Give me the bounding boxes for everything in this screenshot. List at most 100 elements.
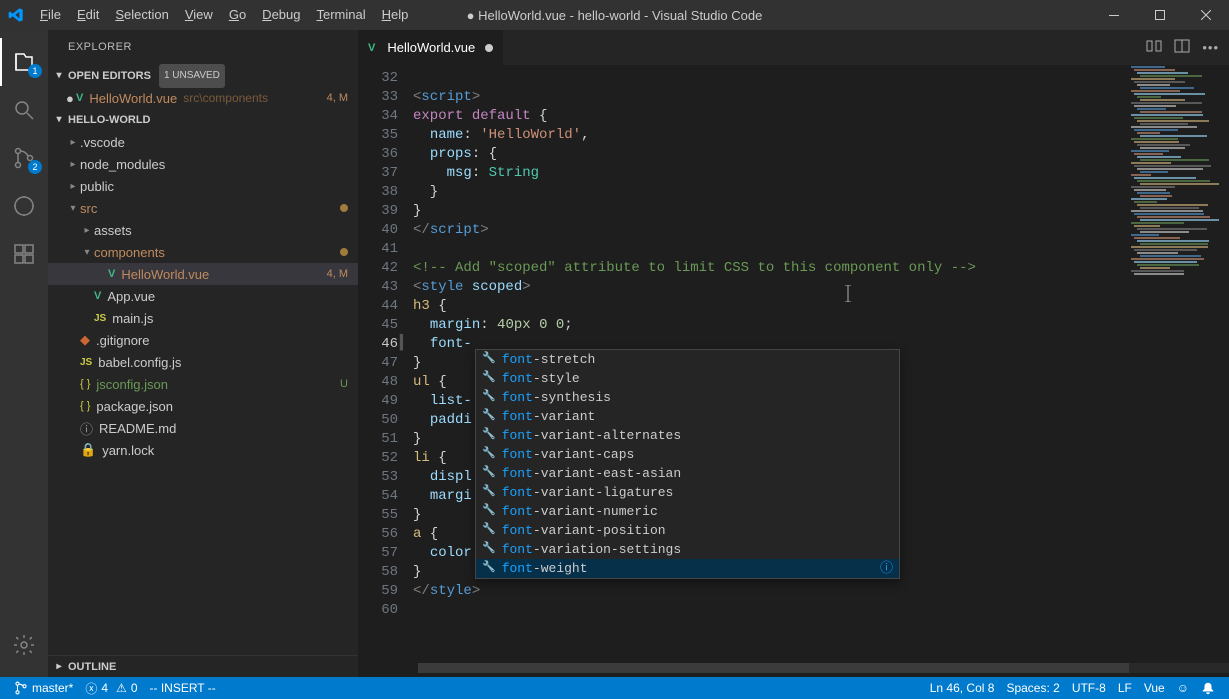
info-icon: ⓘ (80, 419, 93, 438)
file-jsconfig.json[interactable]: { }jsconfig.jsonU (48, 373, 358, 395)
file-App.vue[interactable]: VApp.vue (48, 285, 358, 307)
activity-search[interactable] (0, 86, 48, 134)
property-icon: 🔧 (482, 369, 496, 388)
file-README.md[interactable]: ⓘREADME.md (48, 417, 358, 439)
outline-header[interactable]: ▸ OUTLINE (48, 655, 358, 677)
project-header[interactable]: ▾ HELLO-WORLD (48, 109, 358, 131)
suggest-item[interactable]: 🔧font-variant-position (476, 521, 899, 540)
chevron-icon: ▸ (80, 225, 94, 236)
unsaved-pill: 1 UNSAVED (159, 64, 225, 88)
explorer-badge: 1 (28, 64, 42, 78)
menu-help[interactable]: Help (374, 0, 417, 30)
suggest-item[interactable]: 🔧font-variant-ligatures (476, 483, 899, 502)
suggest-item[interactable]: 🔧font-variant (476, 407, 899, 426)
chevron-down-icon: ▾ (52, 109, 66, 131)
open-editors-label: OPEN EDITORS (68, 65, 151, 87)
menu-go[interactable]: Go (221, 0, 254, 30)
window-title: ● HelloWorld.vue - hello-world - Visual … (467, 8, 763, 23)
activity-scm[interactable]: 2 (0, 134, 48, 182)
minimap[interactable] (1129, 65, 1229, 677)
suggest-item[interactable]: 🔧font-variant-caps (476, 445, 899, 464)
git-icon: ◆ (80, 332, 90, 348)
info-icon[interactable]: ⓘ (880, 559, 893, 578)
open-editors-header[interactable]: ▾ OPEN EDITORS 1 UNSAVED (48, 65, 358, 87)
split-compare-icon[interactable] (1146, 38, 1162, 57)
horizontal-scrollbar[interactable] (418, 663, 1229, 673)
status-cursor-pos[interactable]: Ln 46, Col 8 (924, 681, 1001, 695)
status-encoding[interactable]: UTF-8 (1066, 681, 1112, 695)
suggest-item[interactable]: 🔧font-stretch (476, 350, 899, 369)
split-editor-icon[interactable] (1174, 38, 1190, 57)
folder-node_modules[interactable]: ▸node_modules (48, 153, 358, 175)
folder-.vscode[interactable]: ▸.vscode (48, 131, 358, 153)
editor-tabs: V HelloWorld.vue ••• (358, 30, 1229, 65)
chevron-right-icon: ▸ (52, 656, 66, 678)
suggest-widget[interactable]: 🔧font-stretch🔧font-style🔧font-synthesis🔧… (475, 349, 900, 579)
line-gutter: 3233343536373839404142434445464748495051… (358, 65, 413, 677)
chevron-icon: ▸ (66, 181, 80, 192)
menu-selection[interactable]: Selection (107, 0, 176, 30)
menu-terminal[interactable]: Terminal (308, 0, 373, 30)
modified-dot (340, 204, 348, 212)
activity-settings[interactable] (0, 621, 48, 669)
tab-actions: ••• (1146, 30, 1229, 65)
scm-badge: 2 (28, 160, 42, 174)
file-babel.config.js[interactable]: JSbabel.config.js (48, 351, 358, 373)
status-vim-mode: -- INSERT -- (144, 681, 222, 695)
folder-components[interactable]: ▾components (48, 241, 358, 263)
suggest-item[interactable]: 🔧font-variation-settings (476, 540, 899, 559)
menu-edit[interactable]: Edit (69, 0, 107, 30)
file-package.json[interactable]: { }package.json (48, 395, 358, 417)
status-bell-icon[interactable] (1195, 681, 1221, 695)
folder-assets[interactable]: ▸assets (48, 219, 358, 241)
tab-label: HelloWorld.vue (387, 40, 475, 55)
activity-extensions[interactable] (0, 230, 48, 278)
status-language[interactable]: Vue (1138, 681, 1171, 695)
property-icon: 🔧 (482, 521, 496, 540)
minimize-button[interactable] (1091, 0, 1137, 30)
explorer-sidebar: EXPLORER ▾ OPEN EDITORS 1 UNSAVED ● VHel… (48, 30, 358, 677)
json-icon: { } (80, 378, 90, 390)
more-icon[interactable]: ••• (1202, 40, 1219, 55)
file-HelloWorld.vue[interactable]: VHelloWorld.vue4, M (48, 263, 358, 285)
activity-bar: 1 2 (0, 30, 48, 677)
property-icon: 🔧 (482, 464, 496, 483)
status-eol[interactable]: LF (1112, 681, 1138, 695)
suggest-item[interactable]: 🔧font-weightⓘ (476, 559, 899, 578)
file-main.js[interactable]: JSmain.js (48, 307, 358, 329)
status-bar: master* ⓧ4 ⚠0 -- INSERT -- Ln 46, Col 8 … (0, 677, 1229, 699)
project-name: HELLO-WORLD (68, 109, 150, 131)
suggest-item[interactable]: 🔧font-variant-east-asian (476, 464, 899, 483)
status-feedback-icon[interactable]: ☺ (1171, 681, 1195, 695)
menu-file[interactable]: File (32, 0, 69, 30)
chevron-icon: ▸ (66, 159, 80, 170)
property-icon: 🔧 (482, 540, 496, 559)
suggest-item[interactable]: 🔧font-variant-numeric (476, 502, 899, 521)
maximize-button[interactable] (1137, 0, 1183, 30)
status-problems[interactable]: ⓧ4 ⚠0 (79, 680, 143, 697)
suggest-item[interactable]: 🔧font-style (476, 369, 899, 388)
close-button[interactable] (1183, 0, 1229, 30)
editor-body[interactable]: 3233343536373839404142434445464748495051… (358, 65, 1229, 677)
vue-icon: V (94, 290, 101, 302)
lock-icon: 🔒 (80, 442, 96, 458)
open-editor-item[interactable]: ● VHelloWorld.vue src\components4, M (48, 87, 358, 109)
status-spaces[interactable]: Spaces: 2 (1000, 681, 1065, 695)
property-icon: 🔧 (482, 502, 496, 521)
menu-debug[interactable]: Debug (254, 0, 308, 30)
suggest-item[interactable]: 🔧font-variant-alternates (476, 426, 899, 445)
file-yarn.lock[interactable]: 🔒yarn.lock (48, 439, 358, 461)
tab-helloworld[interactable]: V HelloWorld.vue (358, 30, 504, 65)
text-cursor-indicator (844, 285, 845, 302)
activity-debug[interactable] (0, 182, 48, 230)
status-branch[interactable]: master* (8, 681, 79, 695)
property-icon: 🔧 (482, 350, 496, 369)
menu-view[interactable]: View (177, 0, 221, 30)
property-icon: 🔧 (482, 426, 496, 445)
folder-src[interactable]: ▾src (48, 197, 358, 219)
folder-public[interactable]: ▸public (48, 175, 358, 197)
file-.gitignore[interactable]: ◆.gitignore (48, 329, 358, 351)
property-icon: 🔧 (482, 559, 496, 578)
activity-explorer[interactable]: 1 (0, 38, 48, 86)
suggest-item[interactable]: 🔧font-synthesis (476, 388, 899, 407)
